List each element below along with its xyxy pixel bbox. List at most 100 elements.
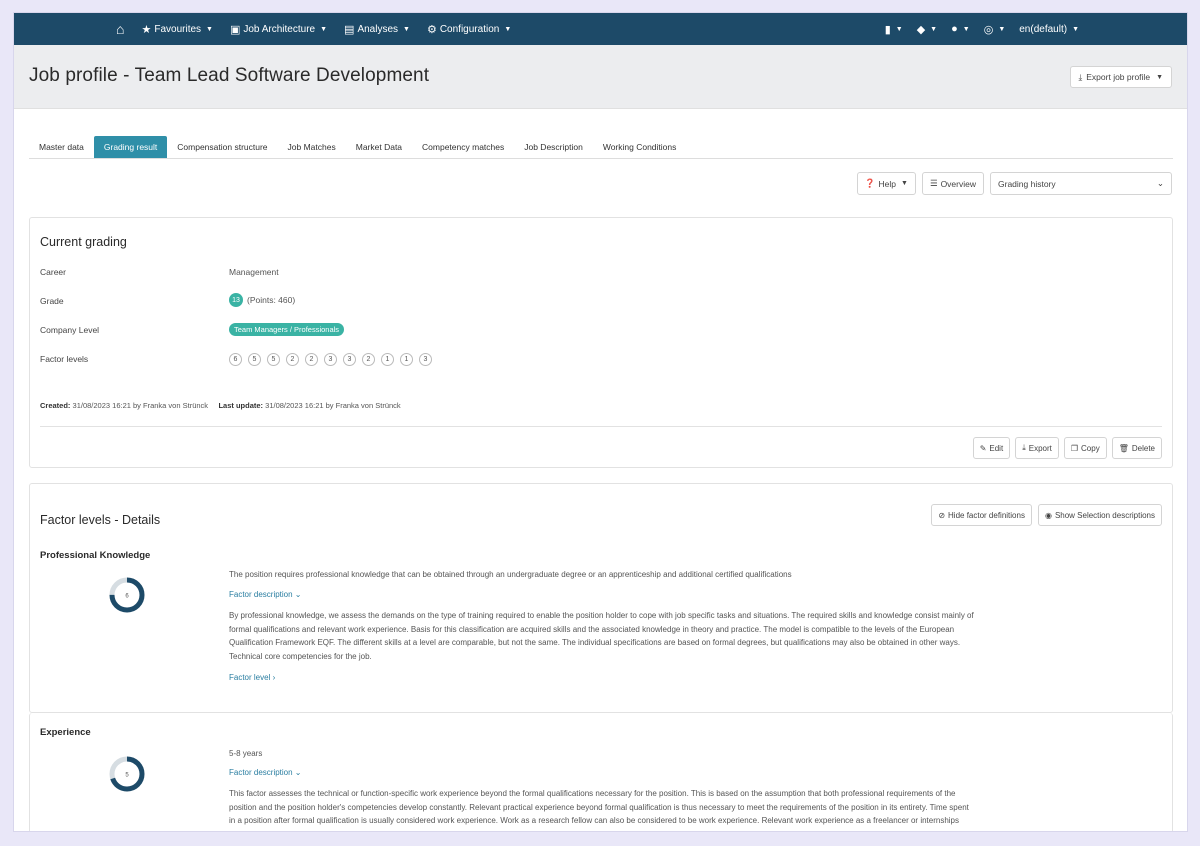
grading-history-select[interactable]: Grading history ⌄ bbox=[990, 172, 1172, 195]
created-value: 31/08/2023 16:21 by Franka von Strünck bbox=[72, 401, 209, 410]
factor-levels-list: 6 5 5 2 2 3 3 2 1 1 3 bbox=[229, 353, 434, 366]
career-value: Management bbox=[229, 267, 279, 277]
factor-level-badge: 1 bbox=[381, 353, 394, 366]
factor-level-badge: 2 bbox=[286, 353, 299, 366]
delete-label: Delete bbox=[1131, 443, 1155, 453]
delete-button[interactable]: 🗑 Delete bbox=[1111, 437, 1162, 459]
factor-description-toggle[interactable]: Factor description ⌄ bbox=[229, 768, 302, 777]
hide-factor-definitions-button[interactable]: ⊘ Hide factor definitions bbox=[931, 504, 1032, 526]
factor-level-donut: 6 bbox=[109, 577, 145, 613]
tab-competency-matches[interactable]: Competency matches bbox=[412, 136, 514, 158]
caret-down-icon: ▼ bbox=[962, 25, 970, 33]
caret-down-icon: ▼ bbox=[206, 25, 213, 33]
home-icon[interactable]: ⌂ bbox=[116, 21, 124, 37]
export-label: Export bbox=[1028, 443, 1052, 453]
page-title: Job profile - Team Lead Software Develop… bbox=[29, 65, 430, 86]
hide-defs-label: Hide factor definitions bbox=[948, 510, 1025, 520]
table-icon: ▤ bbox=[344, 23, 355, 36]
bookmark-menu[interactable]: ▮ ▼ bbox=[885, 23, 903, 36]
gear-icon: ⚙ bbox=[426, 23, 437, 36]
caret-down-icon: ▼ bbox=[504, 25, 512, 33]
tab-bar: Master data Grading result Compensation … bbox=[29, 136, 1173, 159]
factor-details-card: Factor levels - Details ⊘ Hide factor de… bbox=[29, 483, 1173, 713]
export-job-profile-button[interactable]: ⤓ Export job profile ▼ bbox=[1069, 66, 1172, 88]
factor-summary: The position requires professional knowl… bbox=[229, 570, 792, 579]
donut-value: 6 bbox=[125, 594, 129, 600]
copy-icon: ❐ bbox=[1070, 443, 1079, 453]
caret-down-icon: ▼ bbox=[403, 25, 410, 33]
factor-level-badge: 3 bbox=[419, 353, 432, 366]
grade-label: Grade bbox=[40, 296, 64, 306]
star-icon: ★ bbox=[141, 23, 152, 36]
pencil-icon: ✎ bbox=[979, 443, 987, 453]
help-button[interactable]: ❓ Help ▼ bbox=[856, 172, 916, 195]
caret-down-icon: ▼ bbox=[930, 25, 938, 33]
show-desc-label: Show Selection descriptions bbox=[1054, 510, 1155, 520]
career-value-text: Management bbox=[229, 267, 279, 277]
language-menu[interactable]: en(default) ▼ bbox=[1019, 24, 1079, 35]
overview-button[interactable]: ☰ Overview bbox=[921, 172, 984, 195]
tab-compensation-structure[interactable]: Compensation structure bbox=[167, 136, 277, 158]
bell-icon: ◆ bbox=[916, 23, 926, 36]
notifications-menu[interactable]: ◆ ▼ bbox=[917, 23, 937, 36]
nav-job-architecture-label: Job Architecture bbox=[243, 23, 316, 35]
factor-details-title: Factor levels - Details bbox=[40, 513, 161, 527]
tab-grading-result[interactable]: Grading result bbox=[93, 136, 168, 158]
nav-analyses[interactable]: ▤ Analyses ▼ bbox=[344, 23, 410, 36]
grade-value: 13 (Points: 460) bbox=[229, 293, 295, 307]
caret-down-icon: ▼ bbox=[895, 25, 903, 33]
top-navbar: ⌂ ★ Favourites ▼ ▣ Job Architecture ▼ ▤ … bbox=[14, 13, 1187, 45]
globe-menu[interactable]: ◎ ▼ bbox=[984, 23, 1006, 36]
company-level-label: Company Level bbox=[40, 325, 100, 335]
company-level-value: Team Managers / Professionals bbox=[229, 323, 345, 336]
copy-button[interactable]: ❐ Copy bbox=[1063, 437, 1107, 459]
donut-value: 5 bbox=[125, 773, 129, 779]
company-level-pill: Team Managers / Professionals bbox=[229, 323, 345, 336]
factor-experience-section: Experience 5 5-8 years Factor descriptio… bbox=[29, 713, 1173, 831]
tab-job-description[interactable]: Job Description bbox=[514, 136, 593, 158]
tab-job-matches[interactable]: Job Matches bbox=[278, 136, 346, 158]
factor-description: By professional knowledge, we assess the… bbox=[229, 611, 974, 661]
updated-label: Last update: bbox=[218, 401, 264, 410]
trash-icon: 🗑 bbox=[1118, 443, 1129, 453]
language-label: en(default) bbox=[1019, 23, 1068, 35]
export-job-profile-label: Export job profile bbox=[1086, 72, 1151, 82]
edit-button[interactable]: ✎ Edit bbox=[972, 437, 1011, 459]
show-selection-descriptions-button[interactable]: ◉ Show Selection descriptions bbox=[1037, 504, 1162, 526]
updated-value: 31/08/2023 16:21 by Franka von Strünck bbox=[265, 401, 401, 410]
nav-favourites-label: Favourites bbox=[154, 23, 202, 35]
factor-level-badge: 5 bbox=[267, 353, 280, 366]
grade-points: (Points: 460) bbox=[247, 295, 296, 305]
overview-label: Overview bbox=[940, 178, 976, 189]
factor-description-toggle[interactable]: Factor description ⌄ bbox=[229, 590, 302, 599]
factor-level-badge: 3 bbox=[324, 353, 337, 366]
nav-job-architecture[interactable]: ▣ Job Architecture ▼ bbox=[230, 23, 327, 36]
grading-actions: ✎ Edit ⤓ Export ❐ Copy 🗑 Delete bbox=[972, 437, 1162, 459]
audit-meta: Created: 31/08/2023 16:21 by Franka von … bbox=[40, 401, 401, 410]
factor-details-actions: ⊘ Hide factor definitions ◉ Show Selecti… bbox=[931, 504, 1162, 526]
factor-level-badge: 5 bbox=[248, 353, 261, 366]
current-grading-card: Current grading Career Management Grade … bbox=[29, 217, 1173, 468]
factor-summary: 5-8 years bbox=[229, 749, 263, 758]
current-grading-title: Current grading bbox=[40, 235, 127, 249]
page-header: Job profile - Team Lead Software Develop… bbox=[14, 45, 1187, 109]
nav-configuration[interactable]: ⚙ Configuration ▼ bbox=[427, 23, 511, 36]
globe-icon: ◎ bbox=[983, 23, 994, 36]
factor-level-toggle[interactable]: Factor level › bbox=[229, 673, 275, 682]
eye-icon: ◉ bbox=[1044, 510, 1052, 520]
nav-favourites[interactable]: ★ Favourites ▼ bbox=[141, 23, 213, 36]
grading-history-value: Grading history bbox=[998, 178, 1056, 189]
tab-master-data[interactable]: Master data bbox=[29, 136, 94, 158]
grade-badge: 13 bbox=[229, 293, 243, 307]
nav-left: ⌂ ★ Favourites ▼ ▣ Job Architecture ▼ ▤ … bbox=[116, 13, 511, 45]
tab-market-data[interactable]: Market Data bbox=[346, 136, 412, 158]
factor-level-badge: 2 bbox=[362, 353, 375, 366]
factor-level-donut: 5 bbox=[109, 756, 145, 792]
divider bbox=[40, 426, 1162, 427]
user-menu[interactable]: ● ▼ bbox=[951, 23, 970, 35]
factor-level-badge: 3 bbox=[343, 353, 356, 366]
factor-levels-label: Factor levels bbox=[40, 354, 89, 364]
tab-working-conditions[interactable]: Working Conditions bbox=[593, 136, 687, 158]
download-icon: ⤓ bbox=[1022, 443, 1026, 452]
export-button[interactable]: ⤓ Export bbox=[1015, 437, 1059, 459]
